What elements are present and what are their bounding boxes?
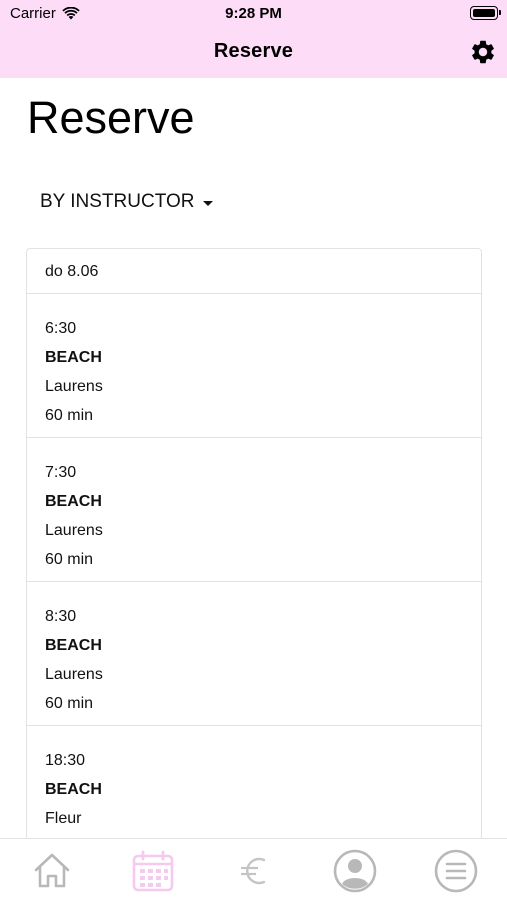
tab-bar — [0, 838, 507, 900]
tab-calendar[interactable] — [129, 847, 177, 895]
tab-home[interactable] — [28, 847, 76, 895]
session-duration: 60 min — [45, 407, 94, 424]
top-header: Carrier 9:28 PM Reserve — [0, 0, 507, 78]
caret-down-icon — [202, 200, 213, 206]
profile-icon — [333, 849, 377, 893]
session-card[interactable]: 6:30 BEACH Laurens 60 min — [26, 294, 482, 438]
session-duration: 60 min — [45, 695, 94, 712]
status-bar: Carrier 9:28 PM — [0, 0, 507, 28]
battery-icon — [470, 6, 501, 20]
calendar-icon — [132, 850, 174, 892]
session-instructor: Laurens — [45, 666, 103, 683]
session-duration: 60 min — [45, 551, 94, 568]
session-card[interactable]: 18:30 BEACH Fleur — [26, 726, 482, 840]
euro-icon — [241, 857, 266, 885]
session-name: BEACH — [45, 349, 102, 366]
session-instructor: Fleur — [45, 810, 82, 827]
gear-icon — [472, 40, 494, 64]
status-time: 9:28 PM — [225, 5, 282, 22]
session-time: 7:30 — [45, 464, 77, 481]
menu-icon — [434, 849, 478, 893]
schedule-list[interactable]: do 8.06 6:30 BEACH Laurens 60 min 7:30 B… — [26, 248, 482, 840]
tab-menu[interactable] — [432, 847, 480, 895]
session-time: 8:30 — [45, 608, 77, 625]
page-title: Reserve — [27, 92, 195, 143]
tab-profile[interactable] — [331, 847, 379, 895]
filter-label: BY INSTRUCTOR — [40, 191, 195, 212]
session-card[interactable]: 7:30 BEACH Laurens 60 min — [26, 438, 482, 582]
session-card[interactable]: 8:30 BEACH Laurens 60 min — [26, 582, 482, 726]
tab-pricing[interactable] — [230, 847, 278, 895]
instructor-filter-dropdown[interactable]: BY INSTRUCTOR — [40, 191, 213, 213]
home-icon — [34, 853, 70, 888]
session-time: 18:30 — [45, 752, 86, 769]
session-name: BEACH — [45, 781, 102, 798]
session-time: 6:30 — [45, 320, 77, 337]
session-name: BEACH — [45, 637, 102, 654]
session-name: BEACH — [45, 493, 102, 510]
nav-title: Reserve — [213, 40, 294, 62]
settings-button[interactable] — [469, 38, 497, 66]
date-header: do 8.06 — [26, 248, 482, 294]
session-instructor: Laurens — [45, 522, 103, 539]
session-instructor: Laurens — [45, 378, 103, 395]
